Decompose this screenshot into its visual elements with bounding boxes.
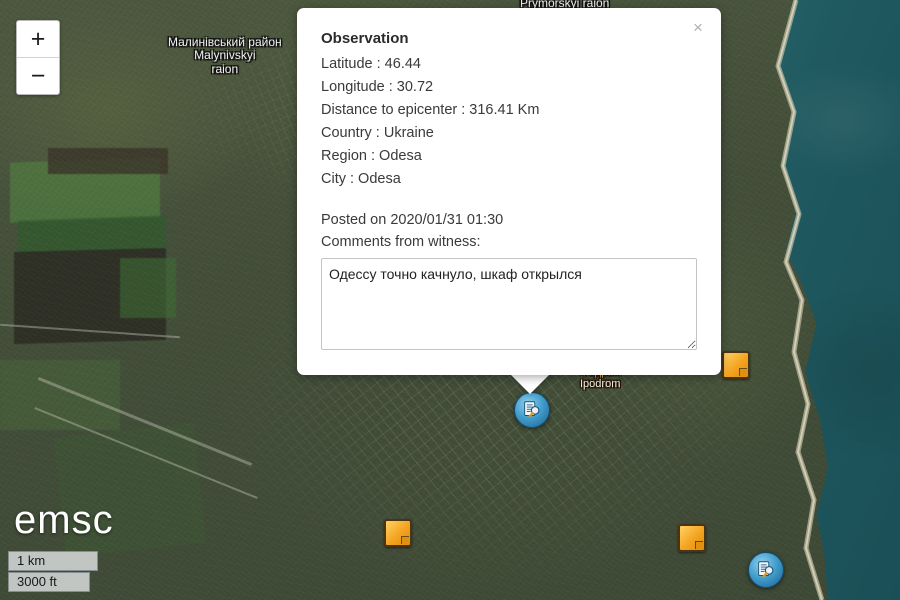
popup-posted-on: Posted on 2020/01/31 01:30 bbox=[321, 212, 504, 229]
popup-field-country: Country : Ukraine bbox=[321, 124, 434, 141]
popup-field-distance: Distance to epicenter : 316.41 Km bbox=[321, 101, 540, 118]
zoom-control: + − bbox=[16, 20, 60, 95]
popup-field-region: Region : Odesa bbox=[321, 147, 422, 164]
map-application: + − Prymorskyi raion Малинівський район … bbox=[0, 0, 900, 600]
popup-comments-label: Comments from witness: bbox=[321, 234, 481, 251]
scale-bar-metric: 1 km bbox=[8, 551, 98, 571]
observation-marker-southeast[interactable] bbox=[748, 552, 784, 588]
note-marker-east[interactable] bbox=[722, 351, 750, 379]
zoom-in-button[interactable]: + bbox=[17, 21, 59, 58]
note-icon bbox=[678, 524, 706, 552]
report-magnifier-icon bbox=[524, 401, 540, 418]
observation-popup: × Observation Latitude : 46.44 Longitude… bbox=[297, 8, 721, 375]
observation-marker-circle bbox=[748, 552, 784, 588]
note-marker-center[interactable] bbox=[384, 519, 412, 547]
zoom-out-button[interactable]: − bbox=[17, 58, 59, 94]
comments-textarea[interactable] bbox=[321, 257, 697, 350]
note-icon bbox=[384, 519, 412, 547]
scale-bar-imperial: 3000 ft bbox=[8, 572, 90, 592]
note-icon bbox=[722, 351, 750, 379]
popup-title: Observation bbox=[321, 30, 409, 47]
observation-marker-selected[interactable] bbox=[514, 392, 550, 428]
popup-field-longitude: Longitude : 30.72 bbox=[321, 78, 434, 95]
popup-spacer bbox=[321, 190, 697, 210]
popup-field-latitude: Latitude : 46.44 bbox=[321, 56, 421, 72]
note-marker-south[interactable] bbox=[678, 524, 706, 552]
report-magnifier-icon bbox=[758, 561, 774, 578]
popup-field-city: City : Odesa bbox=[321, 170, 401, 187]
observation-marker-circle bbox=[514, 392, 550, 428]
close-icon[interactable]: × bbox=[687, 16, 709, 38]
